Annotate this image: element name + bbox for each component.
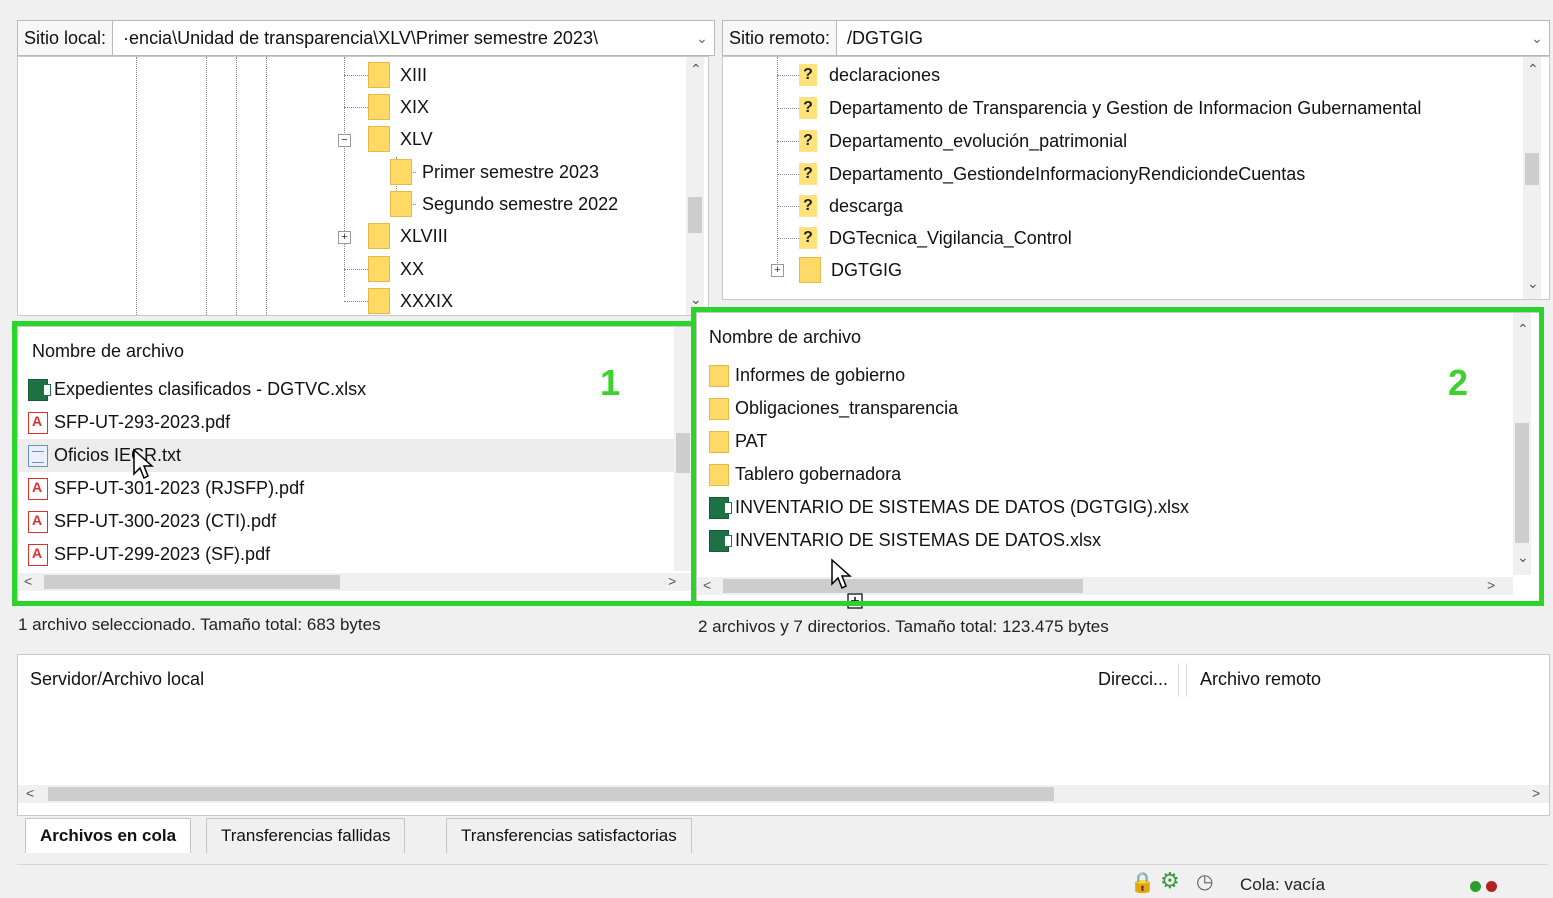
tree-item: XIX [368, 92, 429, 122]
tree-item[interactable]: XLVIII [368, 221, 448, 251]
annotation-number-2: 2 [1448, 362, 1469, 403]
tree-item[interactable]: ? Departamento_GestiondeInformacionyRendi… [799, 159, 1305, 189]
queue-col-remote[interactable]: Archivo remoto [1200, 669, 1321, 690]
tab-transferencias-fallidas[interactable]: Transferencias fallidas [206, 818, 406, 853]
tab-archivos-en-cola[interactable]: Archivos en cola [25, 818, 192, 853]
folder-icon [368, 62, 390, 88]
tree-item[interactable]: XX [368, 254, 424, 284]
lock-icon: 🔒 [1130, 872, 1155, 894]
scroll-thumb[interactable] [688, 197, 702, 233]
tree-item[interactable]: DGTGIG [799, 255, 902, 285]
unknown-folder-icon: ? [799, 97, 817, 119]
local-status-text: 1 archivo seleccionado. Tamaño total: 68… [18, 615, 381, 634]
local-directory-tree[interactable]: XIII XIX − XLV Primer semestre 2023 Segu… [17, 56, 709, 316]
tree-item[interactable]: ? Departamento_evolución_patrimonial [799, 126, 1127, 156]
tree-item-selected[interactable]: Primer semestre 2023 [390, 157, 599, 187]
tree-item[interactable]: ? Departamento de Transparencia y Gestion… [799, 93, 1421, 123]
queue-status-text: Cola: vacía [1240, 875, 1326, 894]
local-site-bar: Sitio local: ·encia\Unidad de transparen… [17, 20, 715, 56]
unknown-folder-icon: ? [799, 130, 817, 152]
local-tree-scrollbar[interactable]: ⌃ ⌄ [686, 57, 704, 315]
clock-icon: ◷ [1196, 871, 1214, 893]
tree-item[interactable]: XXXIX [368, 286, 453, 315]
remote-status-text: 2 archivos y 7 directorios. Tamaño total… [698, 617, 1109, 636]
tree-item[interactable]: ? DGTecnica_Vigilancia_Control [799, 223, 1072, 253]
unknown-folder-icon: ? [799, 195, 817, 217]
queue-hscroll[interactable]: < > [18, 785, 1549, 803]
highlight-box-local [12, 321, 696, 606]
transfer-queue[interactable]: Servidor/Archivo local Direcci... Archiv… [17, 654, 1550, 816]
expand-icon[interactable]: + [771, 264, 784, 277]
scroll-down-icon[interactable]: ⌄ [690, 291, 702, 308]
scroll-left-icon[interactable]: < [26, 785, 34, 801]
queue-col-local[interactable]: Servidor/Archivo local [30, 669, 204, 690]
local-site-label: Sitio local: [18, 21, 114, 55]
remote-tree-scrollbar[interactable]: ⌃ ⌄ [1523, 57, 1541, 299]
folder-icon [390, 191, 412, 217]
folder-icon [368, 256, 390, 282]
scroll-up-icon[interactable]: ⌃ [690, 61, 702, 78]
local-path-input[interactable]: ·encia\Unidad de transparencia\XLV\Prime… [113, 28, 690, 49]
local-path-dropdown-icon[interactable]: ⌄ [690, 30, 714, 47]
scroll-down-icon[interactable]: ⌄ [1527, 275, 1539, 292]
expand-icon[interactable]: + [338, 231, 351, 244]
tree-item[interactable]: Segundo semestre 2022 [390, 189, 618, 219]
collapse-icon[interactable]: − [338, 134, 351, 147]
folder-icon [390, 159, 412, 185]
remote-site-bar: Sitio remoto: /DGTGIG ⌄ [722, 20, 1550, 56]
unknown-folder-icon: ? [799, 227, 817, 249]
tab-transferencias-satisfactorias[interactable]: Transferencias satisfactorias [446, 818, 692, 853]
scroll-thumb[interactable] [1525, 153, 1539, 185]
unknown-folder-icon: ? [799, 163, 817, 185]
transfer-indicator-icon [1470, 876, 1498, 897]
highlight-box-remote [691, 307, 1544, 606]
folder-icon [368, 223, 390, 249]
tree-item: XLV [368, 124, 433, 154]
remote-directory-tree[interactable]: ? declaraciones ? Departamento de Transpar… [722, 56, 1550, 300]
queue-col-direction[interactable]: Direcci... [1098, 669, 1168, 690]
scroll-thumb[interactable] [48, 787, 1054, 801]
unknown-folder-icon: ? [799, 64, 817, 86]
folder-icon [799, 257, 821, 283]
scroll-right-icon[interactable]: > [1532, 785, 1540, 801]
tree-item[interactable]: ? declaraciones [799, 60, 940, 90]
settings-icon: ⚙ [1160, 868, 1180, 893]
folder-icon [368, 94, 390, 120]
remote-path-dropdown-icon[interactable]: ⌄ [1525, 30, 1549, 47]
annotation-number-1: 1 [600, 362, 621, 403]
remote-site-label: Sitio remoto: [723, 21, 838, 55]
tree-item: XIII [368, 60, 427, 90]
scroll-up-icon[interactable]: ⌃ [1527, 61, 1539, 78]
folder-icon [368, 288, 390, 314]
tree-item[interactable]: ? descarga [799, 191, 903, 221]
remote-path-input[interactable]: /DGTGIG [837, 28, 1525, 49]
folder-icon [368, 126, 390, 152]
